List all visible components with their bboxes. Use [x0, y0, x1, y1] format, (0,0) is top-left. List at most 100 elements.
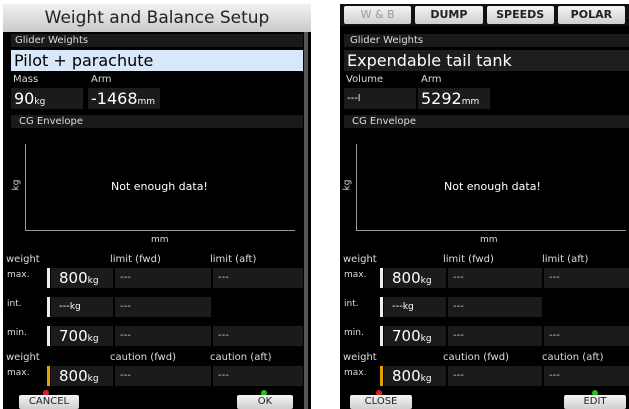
caution-weight-header: weight	[343, 352, 377, 363]
int-weight-value: ---	[392, 301, 403, 312]
min-weight-value: 700	[59, 327, 88, 345]
weight-header: weight	[343, 254, 377, 265]
caution-aft-header: caution (aft)	[210, 352, 272, 363]
cg-envelope-header: CG Envelope	[344, 115, 629, 128]
limit-bar	[47, 326, 50, 346]
right-screen: W & B DUMP SPEEDS POLAR Glider Weights E…	[340, 4, 629, 409]
tab-wb[interactable]: W & B	[344, 6, 412, 24]
limit-bar	[380, 268, 383, 288]
item-selector[interactable]: Expendable tail tank	[344, 50, 629, 71]
x-axis	[356, 230, 626, 231]
mass-value: 90	[14, 89, 35, 108]
volume-field[interactable]: ---l	[344, 88, 416, 109]
y-axis-unit: kg	[11, 179, 22, 191]
tab-dump[interactable]: DUMP	[415, 6, 483, 24]
arm-unit: mm	[461, 97, 480, 107]
x-axis-unit: mm	[151, 235, 169, 245]
mass-label: Mass	[13, 74, 39, 85]
caution-weight-field[interactable]: 800kg	[384, 366, 446, 386]
arm-field[interactable]: -1468mm	[88, 88, 160, 109]
caution-aft[interactable]: ---	[544, 366, 629, 386]
arm-label: Arm	[421, 74, 442, 85]
int-weight-unit: kg	[402, 302, 414, 312]
close-button[interactable]: CLOSE	[350, 395, 412, 409]
caution-weight-field[interactable]: 800kg	[51, 366, 113, 386]
tab-bar: W & B DUMP SPEEDS POLAR	[340, 4, 629, 26]
limit-aft-header: limit (aft)	[542, 254, 589, 265]
min-limit-fwd[interactable]: ---	[448, 326, 542, 346]
caution-fwd-header: caution (fwd)	[443, 352, 509, 363]
x-axis-unit: mm	[480, 235, 498, 245]
glider-weights-header: Glider Weights	[11, 34, 303, 47]
max-limit-fwd[interactable]: ---	[115, 268, 211, 288]
cg-envelope-header: CG Envelope	[11, 115, 303, 128]
limit-aft-header: limit (aft)	[210, 254, 257, 265]
row-label-min: min.	[344, 328, 364, 338]
scrollbar[interactable]	[304, 32, 308, 409]
cancel-button[interactable]: CANCEL	[19, 395, 79, 409]
arm-field[interactable]: 5292mm	[418, 88, 490, 109]
min-weight-field[interactable]: 700kg	[384, 326, 446, 346]
max-limit-fwd[interactable]: ---	[448, 268, 542, 288]
no-data-message: Not enough data!	[111, 180, 208, 193]
int-weight-value: ---	[59, 301, 70, 312]
max-weight-field[interactable]: 800kg	[384, 268, 446, 288]
arm-unit: mm	[137, 97, 156, 107]
no-data-message: Not enough data!	[444, 180, 541, 193]
int-limit-fwd[interactable]: ---	[115, 297, 211, 317]
item-selector[interactable]: Pilot + parachute	[11, 50, 303, 71]
max-limit-aft[interactable]: ---	[213, 268, 303, 288]
max-limit-aft[interactable]: ---	[544, 268, 629, 288]
row-label-max: max.	[344, 270, 367, 280]
limit-bar	[47, 297, 50, 317]
limit-bar	[380, 297, 383, 317]
caution-weight-value: 800	[59, 367, 88, 385]
int-weight-field[interactable]: ---kg	[51, 297, 113, 317]
caution-weight-unit: kg	[420, 374, 432, 384]
int-limit-fwd[interactable]: ---	[448, 297, 542, 317]
volume-unit: l	[357, 94, 361, 104]
tab-speeds[interactable]: SPEEDS	[486, 6, 554, 24]
y-axis	[356, 144, 357, 230]
y-axis	[25, 144, 26, 230]
glider-weights-header: Glider Weights	[344, 34, 629, 47]
row-label-caution-max: max.	[344, 368, 367, 378]
x-axis	[25, 230, 295, 231]
page-title: Weight and Balance Setup	[3, 4, 311, 32]
caution-aft-header: caution (aft)	[542, 352, 604, 363]
caution-fwd[interactable]: ---	[448, 366, 542, 386]
volume-label: Volume	[346, 74, 384, 85]
min-weight-value: 700	[392, 327, 421, 345]
cg-envelope-plot: Not enough data! kg mm	[342, 130, 629, 250]
caution-aft[interactable]: ---	[213, 366, 303, 386]
caution-weight-value: 800	[392, 367, 421, 385]
row-label-int: int.	[7, 299, 22, 309]
volume-value: ---	[347, 93, 358, 104]
limit-bar	[47, 268, 50, 288]
min-limit-aft[interactable]: ---	[544, 326, 629, 346]
min-weight-unit: kg	[420, 334, 432, 344]
min-limit-aft[interactable]: ---	[213, 326, 303, 346]
mass-field[interactable]: 90kg	[11, 88, 83, 109]
ok-button[interactable]: OK	[237, 395, 293, 409]
max-weight-field[interactable]: 800kg	[51, 268, 113, 288]
row-label-caution-max: max.	[7, 368, 30, 378]
min-weight-field[interactable]: 700kg	[51, 326, 113, 346]
arm-value: 5292	[421, 89, 462, 108]
row-label-int: int.	[344, 299, 359, 309]
caution-fwd[interactable]: ---	[115, 366, 211, 386]
edit-button[interactable]: EDIT	[564, 395, 626, 409]
int-weight-field[interactable]: ---kg	[384, 297, 446, 317]
limit-fwd-header: limit (fwd)	[443, 254, 494, 265]
tab-polar[interactable]: POLAR	[557, 6, 625, 24]
y-axis-unit: kg	[342, 179, 353, 191]
arm-value: -1468	[91, 89, 138, 108]
weight-header: weight	[6, 254, 40, 265]
caution-bar	[380, 366, 383, 386]
row-label-max: max.	[7, 270, 30, 280]
caution-weight-unit: kg	[87, 374, 99, 384]
max-weight-value: 800	[59, 269, 88, 287]
min-limit-fwd[interactable]: ---	[115, 326, 211, 346]
caution-bar	[47, 366, 50, 386]
left-screen: Weight and Balance Setup Glider Weights …	[3, 4, 311, 409]
